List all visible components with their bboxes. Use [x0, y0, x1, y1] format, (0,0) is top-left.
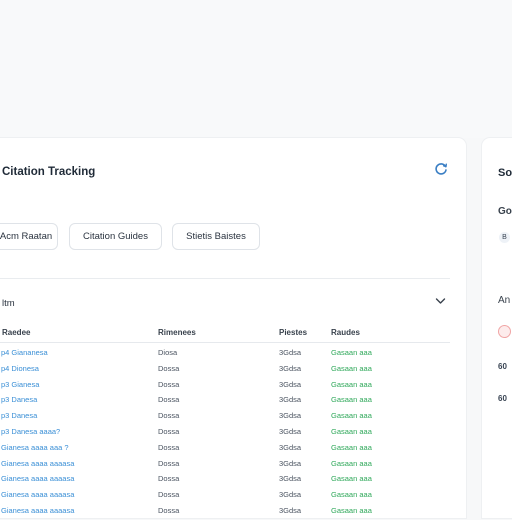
table-row[interactable]: p3 Danesa Dossa 3Gdsa Gasaan aaa: [0, 393, 450, 409]
table-body: p4 Giananesa Diosa 3Gdsa Gasaan aaa p4 D…: [0, 346, 450, 520]
section-label: ltm: [2, 298, 15, 309]
cell: 3Gdsa: [279, 426, 302, 436]
cell: Dossa: [158, 411, 180, 421]
row-link[interactable]: Gianesa aaaa aaaasa: [1, 490, 74, 499]
cell: 3Gdsa: [279, 474, 302, 484]
cell: 3Gdsa: [279, 363, 302, 373]
column-header[interactable]: Raudes: [331, 328, 360, 337]
status-text: Gasaan aaa: [331, 395, 372, 405]
cell: 3Gdsa: [279, 379, 302, 389]
cell: Dossa: [158, 363, 180, 373]
cell: Dossa: [158, 426, 180, 436]
row-link[interactable]: p4 Dionesa: [1, 364, 39, 373]
side-badge: B: [499, 232, 510, 243]
cell: 3Gdsa: [279, 348, 302, 357]
status-text: Gasaan aaa: [331, 505, 372, 515]
divider: [0, 278, 450, 279]
status-text: Gasaan aaa: [331, 490, 372, 500]
table-row[interactable]: Gianesa aaaa aaaasa Dossa 3Gdsa Gasaan a…: [0, 472, 450, 488]
table-row[interactable]: Gianesa aaaa aaaasa Dossa 3Gdsa Gasaan a…: [0, 488, 450, 504]
cell: 3Gdsa: [279, 395, 302, 405]
table-row[interactable]: p4 Giananesa Diosa 3Gdsa Gasaan aaa: [0, 346, 450, 362]
top-blank-area: [0, 0, 512, 138]
cell: 3Gdsa: [279, 442, 302, 452]
table-row[interactable]: p4 Dionesa Dossa 3Gdsa Gasaan aaa: [0, 362, 450, 378]
side-panel-title: So: [498, 167, 512, 179]
table-row[interactable]: p3 Danesa aaaa? Dossa 3Gdsa Gasaan aaa: [0, 425, 450, 441]
table-row[interactable]: p3 Danesa Dossa 3Gdsa Gasaan aaa: [0, 409, 450, 425]
alert-icon: [498, 325, 511, 338]
column-header[interactable]: Raedee: [2, 328, 30, 337]
cell: Dossa: [158, 458, 180, 468]
cell: Dossa: [158, 505, 180, 515]
status-text: Gasaan aaa: [331, 348, 372, 357]
status-text: Gasaan aaa: [331, 442, 372, 452]
side-value: 60: [498, 362, 507, 371]
refresh-icon[interactable]: [434, 162, 448, 176]
cell: 3Gdsa: [279, 490, 302, 500]
cell: 3Gdsa: [279, 458, 302, 468]
status-text: Gasaan aaa: [331, 474, 372, 484]
cell: Diosa: [158, 348, 178, 357]
filter-button-1[interactable]: Acm Raatan: [0, 223, 58, 250]
row-link[interactable]: p3 Danesa aaaa?: [1, 427, 60, 436]
status-text: Gasaan aaa: [331, 411, 372, 421]
cell: Dossa: [158, 474, 180, 484]
table-row[interactable]: Gianesa aaaa aaa ? Dossa 3Gdsa Gasaan aa…: [0, 441, 450, 457]
table-row[interactable]: Gianesa aaaa aaaasa Dossa 3Gdsa Gasaan a…: [0, 457, 450, 473]
filter-button-citation-guides[interactable]: Citation Guides: [69, 223, 162, 250]
row-link[interactable]: p3 Gianesa: [1, 380, 39, 389]
chevron-down-icon[interactable]: [435, 297, 446, 305]
row-link[interactable]: p3 Danesa: [1, 411, 37, 420]
cell: Dossa: [158, 395, 180, 405]
side-panel-subheading: Go: [498, 206, 512, 217]
row-link[interactable]: p3 Danesa: [1, 395, 37, 404]
column-header[interactable]: Rimenees: [158, 328, 196, 337]
filter-button-3[interactable]: Stietis Baistes: [172, 223, 260, 250]
status-text: Gasaan aaa: [331, 426, 372, 436]
cell: Dossa: [158, 490, 180, 500]
row-link[interactable]: Gianesa aaaa aaa ?: [1, 443, 69, 452]
cell: 3Gdsa: [279, 411, 302, 421]
side-panel-section: An: [498, 295, 511, 306]
row-link[interactable]: p4 Giananesa: [1, 348, 48, 357]
cell: 3Gdsa: [279, 505, 302, 515]
side-value: 60: [498, 394, 507, 403]
row-link[interactable]: Gianesa aaaa aaaasa: [1, 474, 74, 483]
status-text: Gasaan aaa: [331, 363, 372, 373]
card-title: Citation Tracking: [2, 166, 96, 178]
column-header[interactable]: Piestes: [279, 328, 307, 337]
status-text: Gasaan aaa: [331, 379, 372, 389]
status-text: Gasaan aaa: [331, 458, 372, 468]
table-row[interactable]: p3 Gianesa Dossa 3Gdsa Gasaan aaa: [0, 378, 450, 394]
header-divider: [0, 342, 450, 343]
cell: Dossa: [158, 379, 180, 389]
row-link[interactable]: Gianesa aaaa aaaasa: [1, 459, 74, 468]
cell: Dossa: [158, 442, 180, 452]
row-link[interactable]: Gianesa aaaa aaaasa: [1, 506, 74, 515]
